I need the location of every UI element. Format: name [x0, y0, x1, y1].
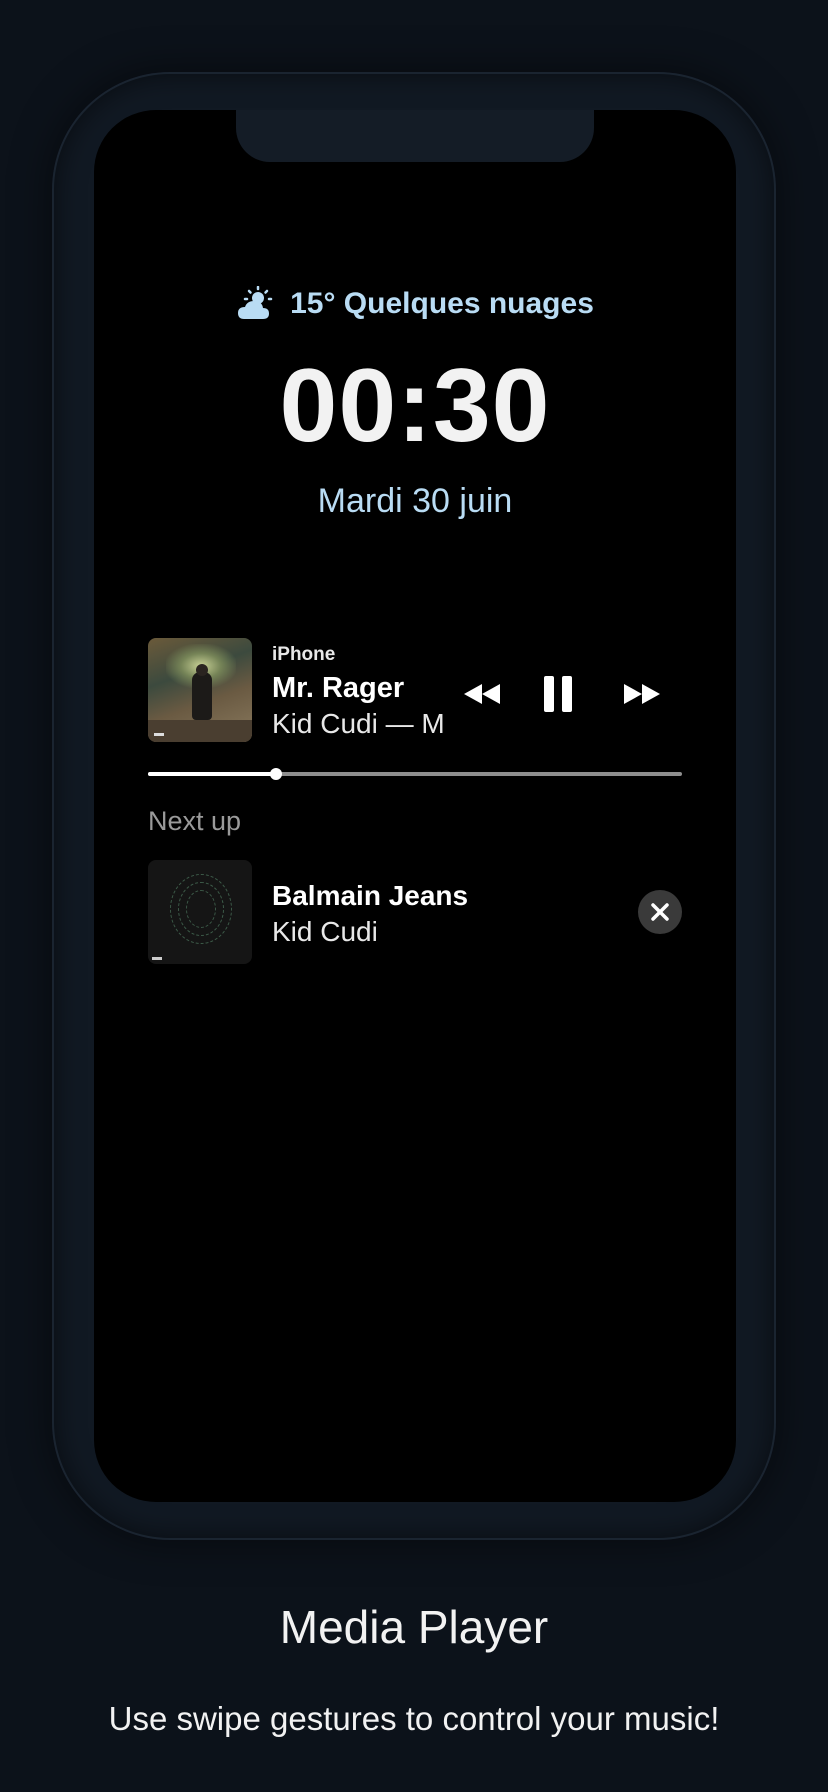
now-playing-title: Mr. Rager	[272, 672, 405, 704]
fast-forward-icon	[624, 684, 660, 704]
playback-progress-bar[interactable]	[148, 768, 682, 780]
playback-source: iPhone	[272, 644, 336, 665]
weather-text: 15° Quelques nuages	[290, 287, 594, 320]
partly-cloudy-icon	[238, 286, 273, 319]
weather-widget: 15° Quelques nuages	[94, 286, 736, 322]
lock-date: Mardi 30 juin	[317, 482, 513, 520]
next-up-artist: Kid Cudi	[272, 916, 378, 947]
next-track-button[interactable]	[618, 670, 666, 718]
previous-track-button[interactable]	[458, 670, 506, 718]
close-icon	[651, 903, 669, 921]
notch	[236, 110, 594, 162]
lock-clock: 00:30	[279, 348, 551, 464]
now-playing-artist: Kid Cudi — M	[272, 708, 445, 739]
next-up-title: Balmain Jeans	[272, 880, 469, 911]
remove-from-queue-button[interactable]	[638, 890, 682, 934]
progress-scrubber[interactable]	[270, 768, 283, 780]
now-playing-album-art[interactable]	[148, 638, 252, 742]
feature-description: Use swipe gestures to control your music…	[108, 1700, 720, 1737]
pause-icon	[544, 676, 572, 712]
rewind-icon	[464, 684, 500, 704]
progress-fill	[148, 772, 277, 776]
next-up-album-art[interactable]	[148, 860, 252, 964]
pause-button[interactable]	[538, 670, 578, 718]
feature-title: Media Player	[279, 1601, 549, 1653]
phone-screen: 15° Quelques nuages 00:30 Mardi 30 juin …	[94, 110, 736, 1502]
next-up-label: Next up	[148, 806, 242, 836]
